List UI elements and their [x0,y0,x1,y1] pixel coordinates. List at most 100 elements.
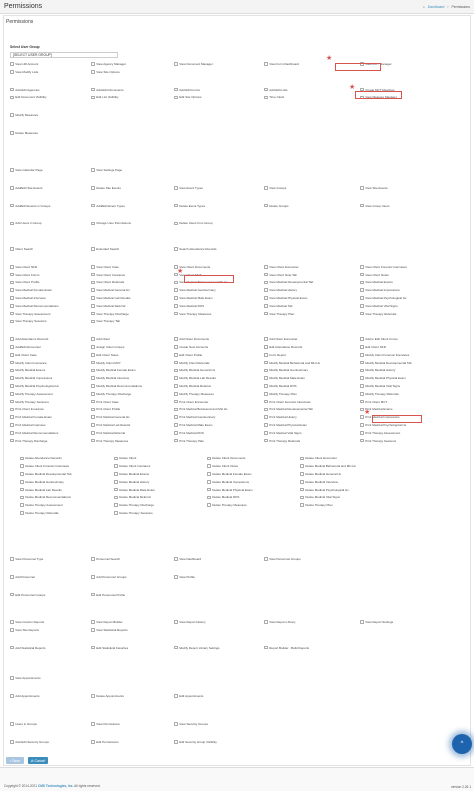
permission-checkbox-print-client-encounter[interactable]: Print Client Encounter [174,400,208,404]
checkbox-icon[interactable] [91,645,95,650]
permission-checkbox-modify-medical-behavioral-and-mh-hx[interactable]: Modify Medical Behavioral and MH Hx [264,361,320,365]
permission-checkbox-modify-measures[interactable]: Modify Measures [10,113,38,117]
checkbox-icon[interactable] [10,392,14,396]
checkbox-icon[interactable] [91,87,95,92]
permission-checkbox-modify-medical-referral[interactable]: Modify Medical Referral [174,384,211,388]
permission-checkbox-add-appointments[interactable]: Add Appointments [10,694,40,698]
permission-checkbox-delete-medical-genitourinary[interactable]: Delete Medical Genitourinary [20,480,64,484]
permission-checkbox-delete-medical-recommendations[interactable]: Delete Medical Recommendations [20,495,71,499]
checkbox-icon[interactable] [174,360,178,365]
permission-checkbox-view-therapy-sessions[interactable]: View Therapy Sessions [10,319,46,323]
checkbox-icon[interactable] [91,272,95,277]
permission-checkbox-delete-medical-history[interactable]: Delete Medical History [114,480,149,484]
permission-checkbox-modify-medical-ros[interactable]: Modify Medical ROS [264,384,297,388]
checkbox-icon[interactable] [360,337,364,341]
permission-checkbox-delete-measures[interactable]: Delete Measures [10,131,38,135]
permission-checkbox-modify-medical-psychological-hx[interactable]: Modify Medical Psychological Hx [10,384,59,388]
permission-checkbox-view-medical-developmental-tab[interactable]: View Medical Developmental Tab [264,280,313,284]
checkbox-icon[interactable] [174,423,178,427]
checkbox-icon[interactable] [10,311,14,316]
checkbox-icon[interactable] [264,368,268,373]
permission-checkbox-modify-medical-lab-results[interactable]: Modify Medical Lab Results [174,376,216,380]
checkbox-icon[interactable] [264,376,268,380]
checkbox-icon[interactable] [10,296,14,300]
checkbox-icon[interactable] [91,353,95,357]
permission-checkbox-delete-client[interactable]: Delete Client [114,456,136,460]
permission-checkbox-view-therapy-discharge[interactable]: View Therapy Discharge [91,312,129,316]
permission-checkbox-print-therapy-plan[interactable]: Print Therapy Plan [174,439,204,443]
checkbox-icon[interactable] [10,304,14,308]
permission-checkbox-print-client-case[interactable]: Print Client Case [91,400,119,404]
checkbox-icon[interactable] [91,592,95,597]
permission-checkbox-view-medical-vital-signs[interactable]: View Medical Vital Signs [360,304,398,308]
checkbox-icon[interactable] [360,392,364,396]
permission-checkbox-view-client-forensic-interviews[interactable]: View Client Forensic Interviews [360,265,407,269]
permission-checkbox-delete-therapy-referrals[interactable]: Delete Therapy Referrals [20,511,59,515]
checkbox-icon[interactable] [174,722,178,726]
permission-checkbox-view-personnel-groups[interactable]: View Personnel Groups [264,557,301,561]
permission-checkbox-print-therapy-sessions[interactable]: Print Therapy Sessions [360,439,396,443]
permission-checkbox-view-form-dashboard[interactable]: View Form Dashboard [264,62,299,66]
permission-checkbox-view-modify-lists[interactable]: View Modify Lists [10,70,38,74]
permission-checkbox-modify-client-mct[interactable]: Modify Client MCT [91,361,121,365]
checkbox-icon[interactable] [91,368,95,373]
permission-checkbox-client-search[interactable]: Client Search [10,247,33,251]
user-group-select[interactable]: [SELECT USER GROUP] [10,52,118,58]
permission-checkbox-delete-users-from-group[interactable]: Delete Users from Group [174,221,213,225]
permission-checkbox-edit-site-options[interactable]: Edit Site Options [174,95,202,99]
checkbox-icon[interactable] [91,186,95,190]
permission-checkbox-delete-client-notes[interactable]: Delete Client Notes [207,464,238,468]
permission-checkbox-view-client-notes[interactable]: View Client Notes [360,273,389,277]
permission-checkbox-add-edit-security-groups[interactable]: Add Edit Security Groups [10,740,49,744]
permission-checkbox-modify-client-forensic-interviews[interactable]: Modify Client Forensic Interviews [360,353,409,357]
checkbox-icon[interactable] [264,304,268,308]
permission-checkbox-print-medical-psychological-hx[interactable]: Print Medical Psychological Hx [360,423,406,427]
permission-checkbox-view-event-types[interactable]: View Event Types [174,186,203,190]
permission-checkbox-view-therapy-assessment[interactable]: View Therapy Assessment [10,312,50,316]
checkbox-icon[interactable] [10,186,14,190]
permission-checkbox-edit-attendance-records[interactable]: Edit Attendance Records [264,345,302,349]
permission-checkbox-delete-attendance-records[interactable]: Delete Attendance Records [20,456,62,460]
permission-checkbox-add-client[interactable]: Add Client [91,337,110,341]
checkbox-icon[interactable] [360,376,364,380]
checkbox-icon[interactable] [10,384,14,388]
checkbox-icon[interactable] [91,70,95,74]
permission-checkbox-delete-client-documents[interactable]: Delete Client Documents [207,456,245,460]
checkbox-icon[interactable] [10,431,14,435]
checkbox-icon[interactable] [300,472,304,476]
checkbox-icon[interactable] [174,399,178,404]
checkbox-icon[interactable] [20,472,24,476]
checkbox-icon[interactable] [174,186,178,190]
checkbox-icon[interactable] [10,319,14,324]
checkbox-icon[interactable] [114,503,118,507]
checkbox-icon[interactable] [10,87,14,92]
checkbox-icon[interactable] [10,272,14,277]
checkbox-icon[interactable] [174,645,178,650]
permission-checkbox-view-site-reports[interactable]: View Site Reports [10,628,39,632]
checkbox-icon[interactable] [10,368,14,373]
checkbox-icon[interactable] [114,456,118,461]
permission-checkbox-edit-appointments[interactable]: Edit Appointments [174,694,203,698]
checkbox-icon[interactable] [174,694,178,698]
checkbox-icon[interactable] [91,620,95,624]
checkbox-icon[interactable] [91,319,95,324]
checkbox-icon[interactable] [10,722,14,726]
permission-checkbox-delete-therapy-assessment[interactable]: Delete Therapy Assessment [20,503,63,507]
checkbox-icon[interactable] [174,337,178,341]
checkbox-icon[interactable] [174,438,178,443]
permission-checkbox-modify-medical-impressions[interactable]: Modify Medical Impressions [10,376,52,380]
permission-checkbox-delete-site-events[interactable]: Delete Site Events [91,186,121,190]
permission-checkbox-delete-therapy-sessions[interactable]: Delete Therapy Sessions [114,511,153,515]
checkbox-icon[interactable] [207,472,211,476]
checkbox-icon[interactable] [174,203,178,208]
checkbox-icon[interactable] [207,480,211,484]
checkbox-icon[interactable] [264,399,268,404]
checkbox-icon[interactable] [264,415,268,419]
checkbox-icon[interactable] [91,392,95,396]
checkbox-icon[interactable] [91,304,95,308]
checkbox-icon[interactable] [10,740,14,744]
checkbox-icon[interactable] [10,575,14,579]
permission-checkbox-modify-therapy-plan[interactable]: Modify Therapy Plan [264,392,297,396]
permission-checkbox-view-medical-general-hx[interactable]: View Medical General Hx [91,288,130,292]
checkbox-icon[interactable] [91,423,95,427]
